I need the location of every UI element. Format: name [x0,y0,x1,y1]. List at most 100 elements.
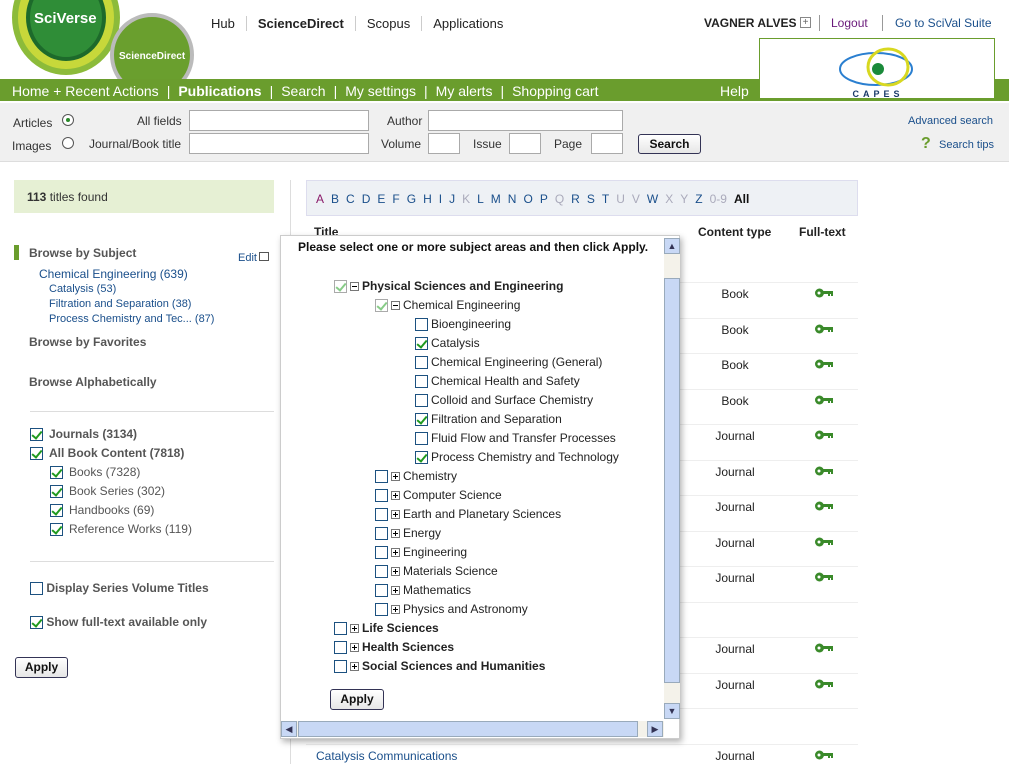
tree-checkbox[interactable] [415,394,428,408]
topnav-hub[interactable]: Hub [200,16,247,31]
sciverse-logo[interactable]: SciVerse [12,0,120,75]
expand-icon[interactable] [391,491,400,501]
filter-checkbox[interactable] [50,523,63,537]
expand-icon[interactable] [391,605,400,615]
nav-publications[interactable]: Publications [178,83,261,99]
letter-M[interactable]: M [491,192,501,206]
tree-node[interactable]: Materials Science [375,564,498,579]
tree-checkbox[interactable] [375,527,388,541]
filter-option[interactable]: Journals (3134) [30,427,137,442]
tree-node[interactable]: Bioengineering [415,317,511,332]
expand-icon[interactable] [350,643,359,653]
filter-option[interactable]: Book Series (302) [50,484,165,499]
letter-S[interactable]: S [587,192,595,206]
tree-node[interactable]: Physics and Astronomy [375,602,528,617]
apply-button[interactable]: Apply [15,657,68,678]
filter-checkbox[interactable] [50,466,63,480]
expand-icon[interactable] [391,472,400,482]
horizontal-scrollbar[interactable]: ◀ ▶ [281,721,664,737]
tree-checkbox[interactable] [415,356,428,370]
letter-R[interactable]: R [571,192,580,206]
letter-P[interactable]: P [540,192,548,206]
full-text-key-icon[interactable] [815,358,833,369]
advanced-search-link[interactable]: Advanced search [908,115,993,127]
full-text-key-icon[interactable] [815,678,833,688]
fulltext-only-option[interactable]: Show full-text available only [30,615,207,630]
letter-H[interactable]: H [423,192,432,206]
letter-D[interactable]: D [362,192,371,206]
nav-alerts[interactable]: My alerts [436,83,493,99]
nav-settings[interactable]: My settings [345,83,416,99]
topnav-scopus[interactable]: Scopus [356,16,423,31]
tree-checkbox[interactable] [375,603,388,617]
letter-K[interactable]: K [462,192,470,206]
topnav-applications[interactable]: Applications [422,16,514,31]
scroll-down-icon[interactable]: ▼ [664,703,680,719]
tree-checkbox[interactable] [334,622,347,636]
tree-node[interactable]: Colloid and Surface Chemistry [415,393,593,408]
expand-icon[interactable] [391,567,400,577]
tree-checkbox[interactable] [415,451,428,465]
tree-checkbox[interactable] [334,641,347,655]
filter-checkbox[interactable] [30,447,43,461]
tree-node[interactable]: Engineering [375,545,467,560]
all-fields-input[interactable] [189,110,369,131]
popup-apply-button[interactable]: Apply [330,689,384,710]
subject-chemical-engineering[interactable]: Chemical Engineering (639) [39,267,188,281]
letter-N[interactable]: N [508,192,517,206]
nav-cart[interactable]: Shopping cart [512,83,598,99]
tree-node[interactable]: Energy [375,526,441,541]
tree-node[interactable]: Physical Sciences and Engineering [334,279,563,294]
search-button[interactable]: Search [638,134,701,154]
letter-V[interactable]: V [632,192,640,206]
letter-E[interactable]: E [377,192,385,206]
filter-option[interactable]: Handbooks (69) [50,503,154,518]
expand-icon[interactable] [350,662,359,672]
fulltext-only-checkbox[interactable] [30,616,43,630]
letter-L[interactable]: L [477,192,484,206]
letter-A[interactable]: A [316,192,324,206]
letter-F[interactable]: F [392,192,399,206]
tree-checkbox[interactable] [375,299,388,313]
tree-node[interactable]: Computer Science [375,488,502,503]
user-name[interactable]: VAGNER ALVES [704,16,796,30]
tree-checkbox[interactable] [375,470,388,484]
scroll-right-icon[interactable]: ▶ [647,721,663,737]
letter-All[interactable]: All [734,192,749,206]
tree-node[interactable]: Mathematics [375,583,471,598]
full-text-key-icon[interactable] [815,465,833,475]
expand-icon[interactable]: + [800,17,811,28]
tree-checkbox[interactable] [334,660,347,674]
nav-home[interactable]: Home + Recent Actions [12,83,159,99]
tree-checkbox[interactable] [375,489,388,503]
topnav-sciencedirect[interactable]: ScienceDirect [247,16,356,31]
tree-node[interactable]: Chemical Engineering [375,298,520,313]
filter-option[interactable]: All Book Content (7818) [30,446,184,461]
volume-input[interactable] [428,133,460,154]
letter-C[interactable]: C [346,192,355,206]
full-text-key-icon[interactable] [815,287,833,298]
letter-B[interactable]: B [331,192,339,206]
filter-checkbox[interactable] [50,504,63,518]
full-text-key-icon[interactable] [815,536,833,546]
expand-icon[interactable] [391,529,400,539]
popup-window-icon[interactable] [259,252,269,261]
filter-checkbox[interactable] [50,485,63,499]
expand-icon[interactable] [350,624,359,634]
page-input[interactable] [591,133,623,154]
letter-W[interactable]: W [647,192,658,206]
search-tips-link[interactable]: Search tips [939,139,994,151]
tree-node[interactable]: Chemical Engineering (General) [415,355,602,370]
tree-node[interactable]: Process Chemistry and Technology [415,450,619,465]
subject-process-chemistry[interactable]: Process Chemistry and Tec... (87) [49,313,214,325]
full-text-key-icon[interactable] [815,323,833,333]
images-radio[interactable] [62,137,74,149]
letter-X[interactable]: X [665,192,673,206]
tree-checkbox[interactable] [415,375,428,389]
scroll-up-icon[interactable]: ▲ [664,238,680,254]
collapse-icon[interactable] [391,301,400,311]
scroll-thumb[interactable] [664,278,680,683]
tree-checkbox[interactable] [334,280,347,294]
nav-help[interactable]: Help [720,83,749,99]
display-series-checkbox[interactable] [30,582,43,596]
